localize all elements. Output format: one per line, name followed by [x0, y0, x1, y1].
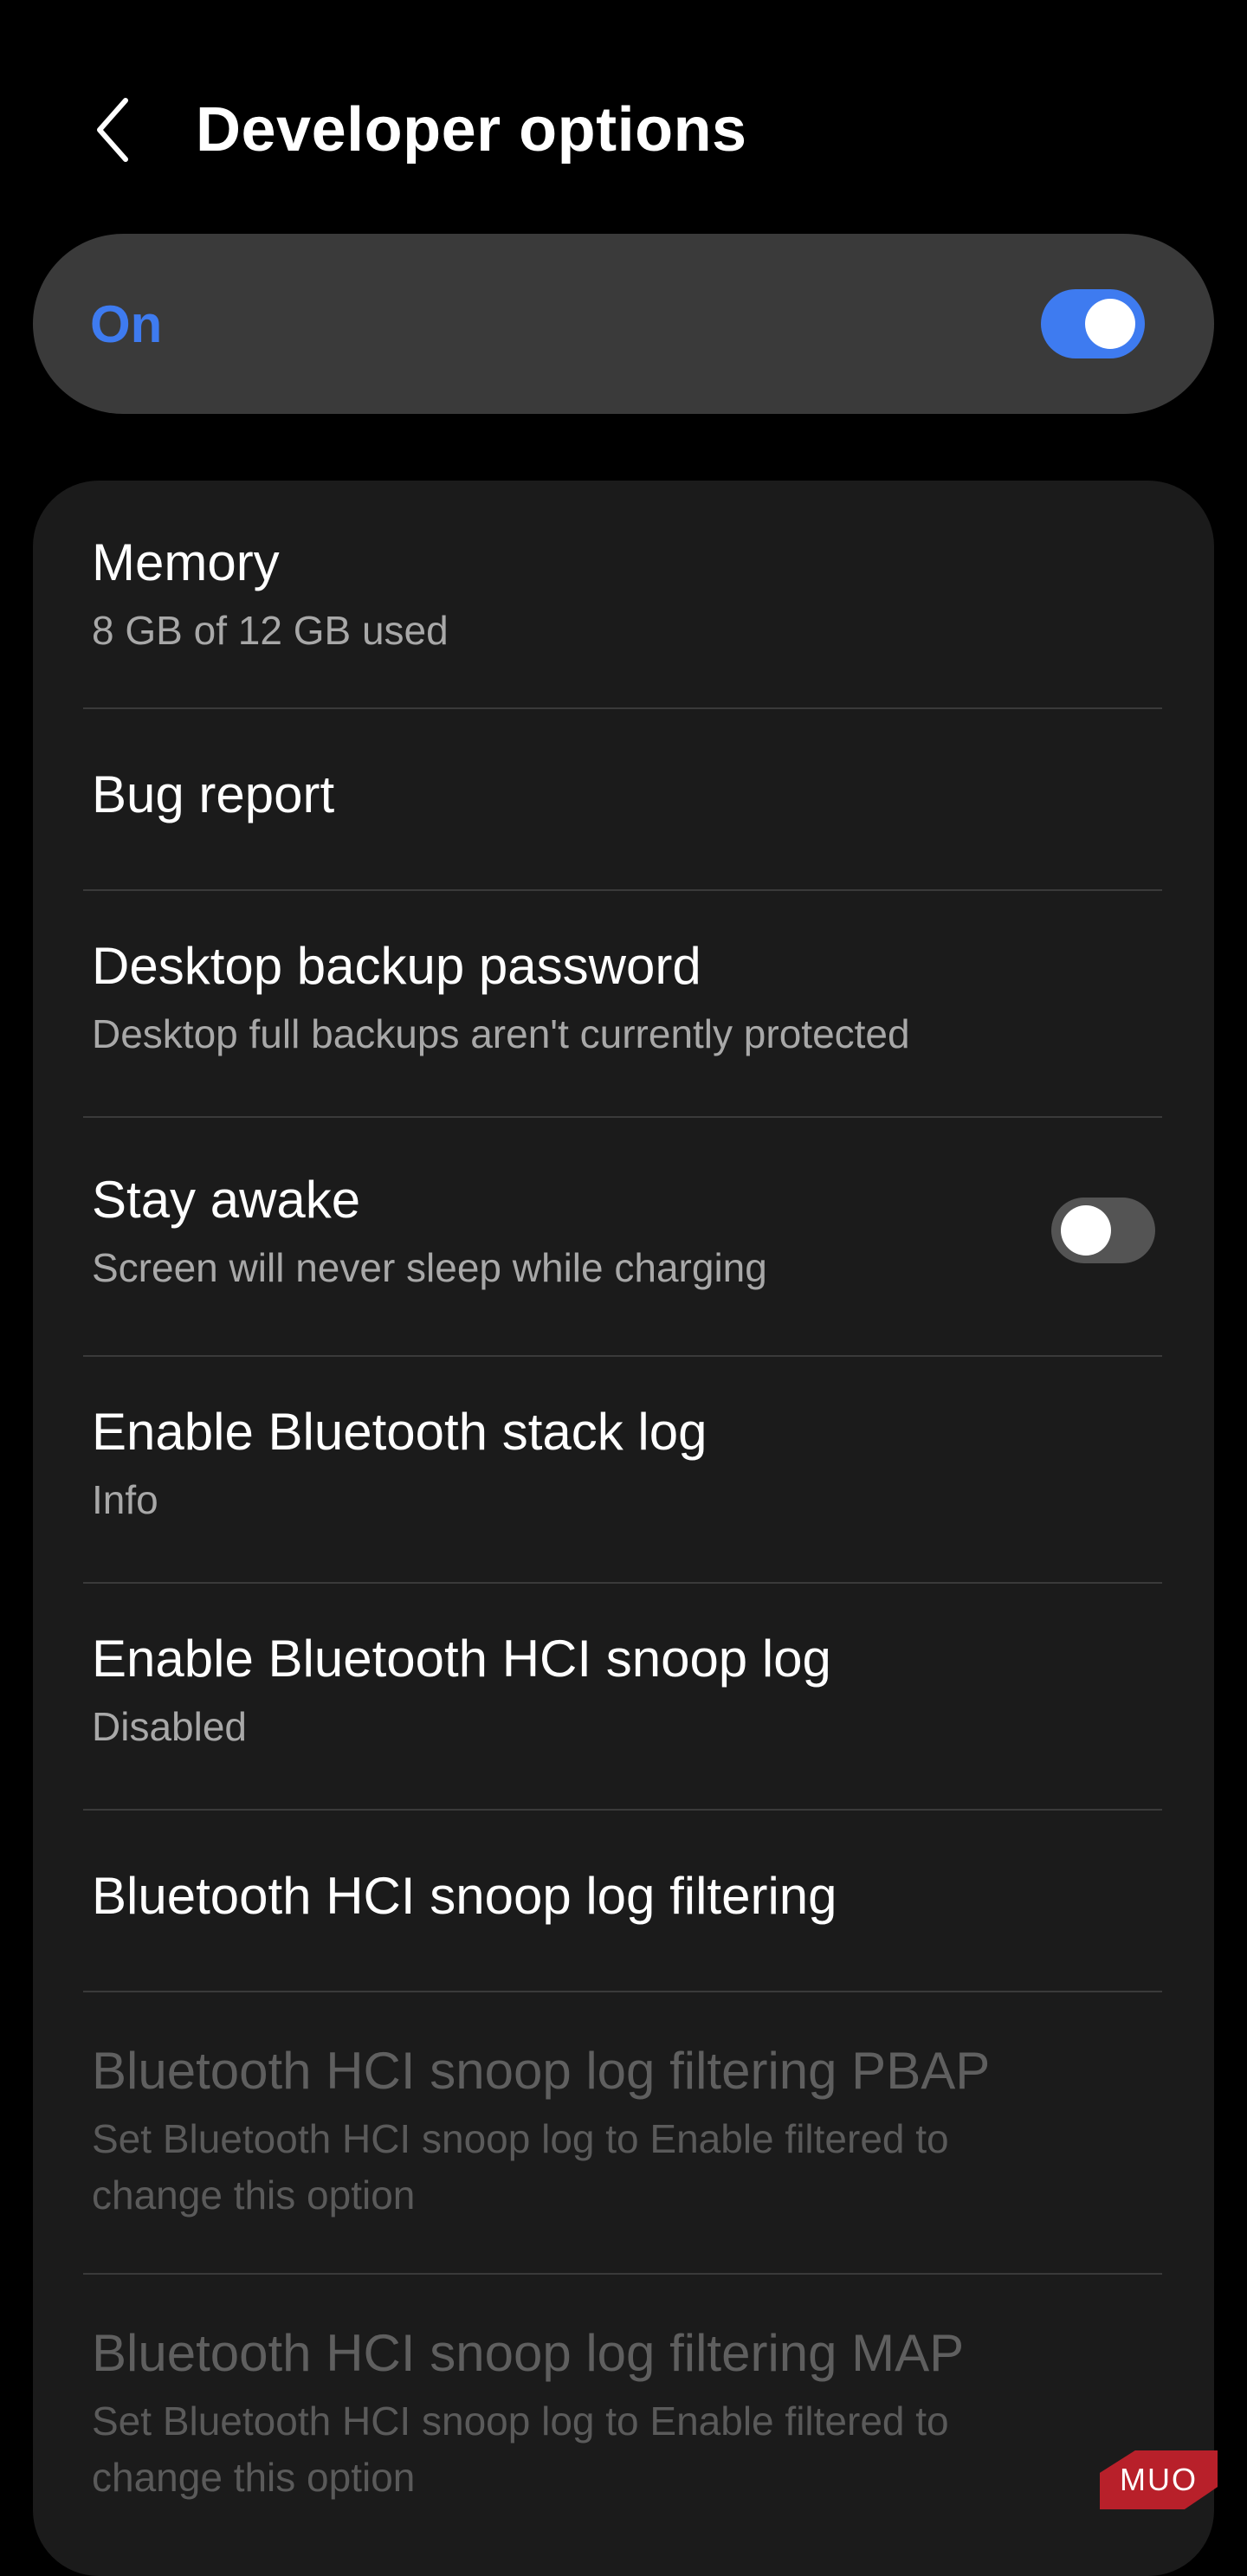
- switch-knob: [1061, 1205, 1111, 1256]
- setting-bluetooth-hci-snoop-log-filtering-map: Bluetooth HCI snoop log filtering MAP Se…: [33, 2275, 1214, 2555]
- setting-title: Memory: [92, 533, 280, 591]
- setting-subtitle-line-1: Set Bluetooth HCI snoop log to Enable fi…: [92, 2116, 949, 2161]
- app-header: Developer options: [0, 0, 1247, 225]
- setting-memory[interactable]: Memory 8 GB of 12 GB used: [33, 481, 1214, 707]
- setting-subtitle-line-2: change this option: [92, 2172, 416, 2218]
- developer-options-master-toggle[interactable]: On: [33, 234, 1214, 414]
- setting-subtitle: Desktop full backups aren't currently pr…: [92, 1011, 910, 1056]
- setting-bluetooth-hci-snoop-log[interactable]: Enable Bluetooth HCI snoop log Disabled: [33, 1584, 1214, 1809]
- back-button[interactable]: [78, 87, 147, 173]
- setting-subtitle: Screen will never sleep while charging: [92, 1245, 767, 1290]
- setting-bluetooth-stack-log[interactable]: Enable Bluetooth stack log Info: [33, 1357, 1214, 1582]
- setting-subtitle-line-2: change this option: [92, 2455, 416, 2500]
- setting-title: Stay awake: [92, 1171, 361, 1229]
- watermark-text: MUO: [1120, 2462, 1198, 2497]
- stay-awake-switch[interactable]: [1051, 1198, 1155, 1263]
- page-title: Developer options: [196, 95, 747, 165]
- setting-subtitle: Info: [92, 1477, 158, 1522]
- setting-stay-awake[interactable]: Stay awake Screen will never sleep while…: [33, 1118, 1214, 1355]
- switch-knob: [1085, 299, 1135, 349]
- master-toggle-label: On: [90, 295, 163, 353]
- setting-title: Enable Bluetooth HCI snoop log: [92, 1630, 831, 1688]
- setting-subtitle-line-1: Set Bluetooth HCI snoop log to Enable fi…: [92, 2398, 949, 2444]
- setting-bug-report[interactable]: Bug report: [33, 709, 1214, 889]
- setting-title: Bug report: [92, 765, 335, 823]
- setting-title: Bluetooth HCI snoop log filtering: [92, 1867, 837, 1925]
- master-switch[interactable]: [1041, 289, 1145, 358]
- setting-title: Enable Bluetooth stack log: [92, 1403, 707, 1461]
- setting-title: Bluetooth HCI snoop log filtering PBAP: [92, 2042, 991, 2100]
- setting-title: Bluetooth HCI snoop log filtering MAP: [92, 2324, 965, 2382]
- setting-subtitle: Disabled: [92, 1704, 247, 1749]
- setting-title: Desktop backup password: [92, 937, 701, 995]
- settings-list: Memory 8 GB of 12 GB used Bug report Des…: [33, 481, 1214, 2576]
- setting-bluetooth-hci-snoop-log-filtering[interactable]: Bluetooth HCI snoop log filtering: [33, 1811, 1214, 1991]
- setting-subtitle: 8 GB of 12 GB used: [92, 608, 449, 653]
- setting-bluetooth-hci-snoop-log-filtering-pbap: Bluetooth HCI snoop log filtering PBAP S…: [33, 1992, 1214, 2273]
- setting-desktop-backup-password[interactable]: Desktop backup password Desktop full bac…: [33, 891, 1214, 1116]
- chevron-left-icon: [97, 98, 128, 162]
